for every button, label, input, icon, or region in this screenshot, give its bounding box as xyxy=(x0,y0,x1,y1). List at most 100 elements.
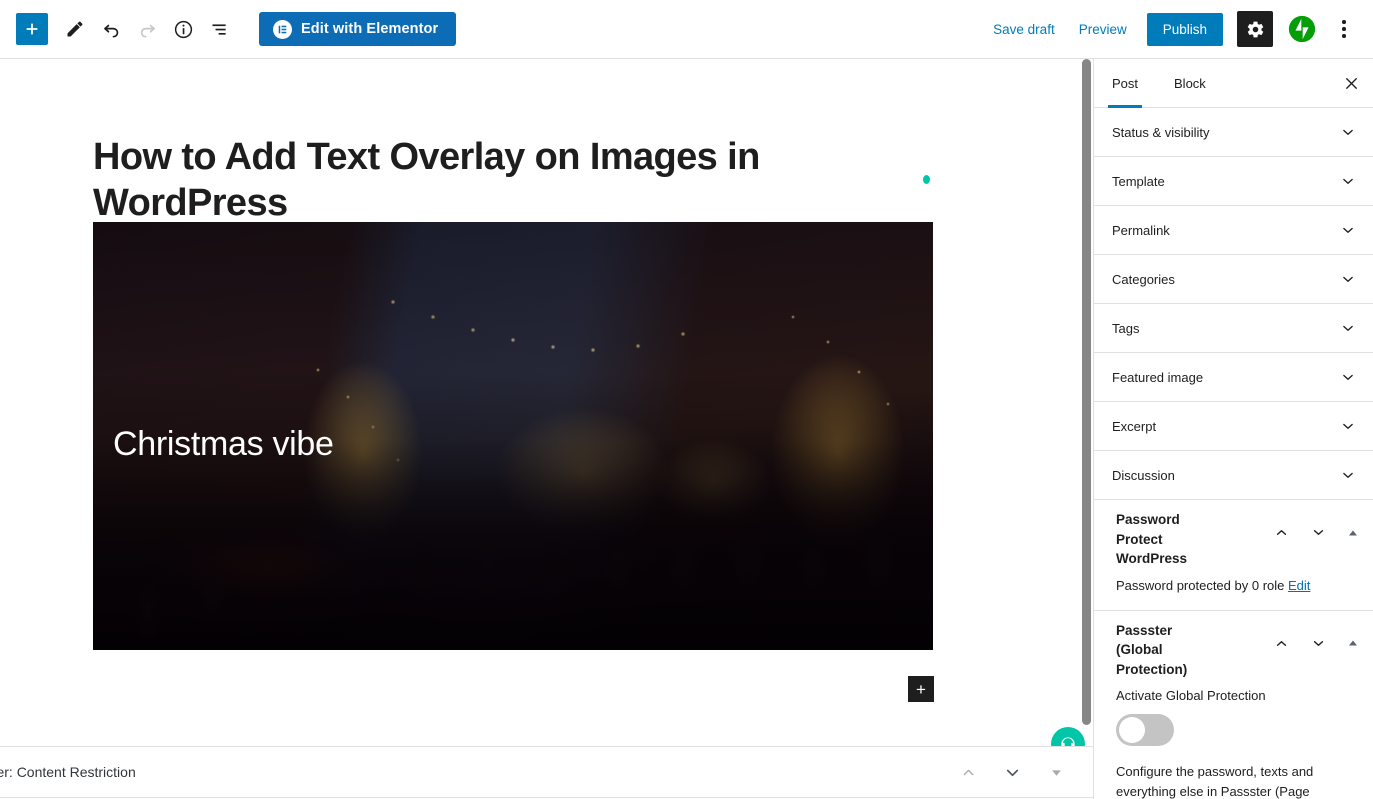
metabox-controls xyxy=(955,759,1093,785)
global-protection-toggle[interactable] xyxy=(1116,714,1174,746)
plugin-controls xyxy=(1273,510,1359,541)
edit-with-elementor-label: Edit with Elementor xyxy=(301,21,439,37)
cover-overlay-text[interactable]: Christmas vibe xyxy=(113,425,334,464)
sidebar-section-status-visibility[interactable]: Status & visibility xyxy=(1094,108,1373,157)
global-protection-label: Activate Global Protection xyxy=(1116,688,1266,703)
plugin-move-up-button[interactable] xyxy=(1273,524,1290,541)
gear-icon xyxy=(1247,21,1263,37)
canvas-scrollbar-thumb[interactable] xyxy=(1082,59,1091,725)
block-appender-button[interactable]: + xyxy=(908,676,934,702)
close-sidebar-button[interactable] xyxy=(1329,59,1373,107)
chevron-up-icon xyxy=(1276,640,1287,646)
section-label: Tags xyxy=(1112,320,1140,336)
chevron-down-icon xyxy=(1339,319,1357,337)
metabox-title: te Member: Content Restriction xyxy=(0,764,136,780)
plugin-header: Passster (Global Protection) xyxy=(1116,621,1359,680)
list-view-icon xyxy=(212,23,226,35)
publish-button[interactable]: Publish xyxy=(1146,12,1223,46)
plugin-title: Password Protect WordPress xyxy=(1116,512,1188,566)
plugin-move-down-button[interactable] xyxy=(1310,635,1327,652)
elementor-glyph xyxy=(278,25,287,33)
toolbar-left-group: Edit with Elementor xyxy=(0,11,457,47)
toggle-knob xyxy=(1119,717,1145,743)
section-label: Categories xyxy=(1112,271,1175,287)
sidebar-section-featured-image[interactable]: Featured image xyxy=(1094,353,1373,402)
info-icon xyxy=(174,20,192,38)
chevron-down-icon xyxy=(1339,270,1357,288)
chevron-up-icon xyxy=(963,769,973,775)
sidebar-section-categories[interactable]: Categories xyxy=(1094,255,1373,304)
cover-image-crowd-layer xyxy=(93,440,933,650)
sidebar-plugin-password-protect-wordpress: Password Protect WordPress Password prot… xyxy=(1094,500,1373,611)
chevron-down-icon xyxy=(1339,172,1357,190)
chevron-down-icon xyxy=(1339,123,1357,141)
section-label: Template xyxy=(1112,173,1165,189)
metabox-move-up-button[interactable] xyxy=(955,759,981,785)
chevron-up-icon xyxy=(1276,530,1287,535)
sidebar-plugin-passster-global-protection: Passster (Global Protection) Activate Gl… xyxy=(1094,611,1373,799)
metabox-row: te Member: Content Restriction xyxy=(0,747,1093,798)
details-button[interactable] xyxy=(165,11,201,47)
dot xyxy=(1342,34,1346,38)
plugin-move-up-button[interactable] xyxy=(1273,635,1290,652)
section-label: Excerpt xyxy=(1112,418,1157,434)
redo-button[interactable] xyxy=(129,11,165,47)
edit-tool-button[interactable] xyxy=(57,11,93,47)
dot xyxy=(1342,27,1346,31)
metabox-panel: te Member: Content Restriction xyxy=(0,746,1093,799)
list-view-button[interactable] xyxy=(201,11,237,47)
section-label: Status & visibility xyxy=(1112,124,1210,140)
title-status-dot xyxy=(923,175,930,184)
chevron-down-icon xyxy=(1313,530,1324,535)
pencil-icon xyxy=(67,21,83,37)
settings-button[interactable] xyxy=(1237,11,1273,47)
chevron-down-icon xyxy=(1006,769,1018,776)
undo-icon xyxy=(103,24,118,38)
jetpack-button[interactable] xyxy=(1287,14,1317,44)
password-protect-status-text: Password protected by 0 role xyxy=(1116,577,1285,593)
section-label: Featured image xyxy=(1112,369,1204,385)
password-protect-edit-link[interactable]: Edit xyxy=(1288,578,1310,593)
plus-icon xyxy=(26,23,38,35)
section-label: Discussion xyxy=(1112,467,1175,483)
close-icon xyxy=(1345,77,1357,89)
chevron-down-icon xyxy=(1339,221,1357,239)
metabox-move-down-button[interactable] xyxy=(999,759,1025,785)
chevron-down-icon xyxy=(1339,417,1357,435)
tab-post[interactable]: Post xyxy=(1094,59,1156,108)
chevron-down-icon xyxy=(1339,466,1357,484)
more-options-button[interactable] xyxy=(1327,11,1361,47)
plugin-title: Passster (Global Protection) xyxy=(1116,622,1188,677)
plugin-collapse-button[interactable] xyxy=(1347,637,1359,649)
cover-block[interactable]: Christmas vibe xyxy=(93,222,933,650)
sidebar-section-tags[interactable]: Tags xyxy=(1094,304,1373,353)
dot xyxy=(1342,20,1346,24)
sidebar-section-discussion[interactable]: Discussion xyxy=(1094,451,1373,500)
sidebar-section-permalink[interactable]: Permalink xyxy=(1094,206,1373,255)
save-draft-button[interactable]: Save draft xyxy=(981,14,1067,45)
add-block-button[interactable] xyxy=(16,13,48,45)
plugin-move-down-button[interactable] xyxy=(1310,524,1327,541)
triangle-up-icon xyxy=(1349,640,1357,646)
plugin-body: Password protected by 0 role Edit xyxy=(1116,569,1359,596)
sidebar-tabs: Post Block xyxy=(1094,59,1373,108)
sidebar-section-template[interactable]: Template xyxy=(1094,157,1373,206)
plugin-collapse-button[interactable] xyxy=(1347,527,1359,539)
preview-button[interactable]: Preview xyxy=(1067,14,1139,45)
post-title[interactable]: How to Add Text Overlay on Images in Wor… xyxy=(93,135,923,226)
chevron-down-icon xyxy=(1339,368,1357,386)
tab-block[interactable]: Block xyxy=(1156,59,1224,107)
section-label: Permalink xyxy=(1112,222,1170,238)
chevron-down-icon xyxy=(1313,640,1324,646)
triangle-down-icon xyxy=(1051,769,1061,776)
edit-with-elementor-button[interactable]: Edit with Elementor xyxy=(259,12,457,46)
sidebar-section-excerpt[interactable]: Excerpt xyxy=(1094,402,1373,451)
jetpack-icon xyxy=(1288,15,1316,43)
plugin-controls xyxy=(1273,621,1359,652)
metabox-collapse-button[interactable] xyxy=(1043,759,1069,785)
triangle-up-icon xyxy=(1349,530,1357,535)
undo-button[interactable] xyxy=(93,11,129,47)
canvas-scrollbar[interactable] xyxy=(1080,59,1093,746)
redo-icon xyxy=(140,24,155,38)
editor-canvas: How to Add Text Overlay on Images in Wor… xyxy=(0,59,1093,746)
